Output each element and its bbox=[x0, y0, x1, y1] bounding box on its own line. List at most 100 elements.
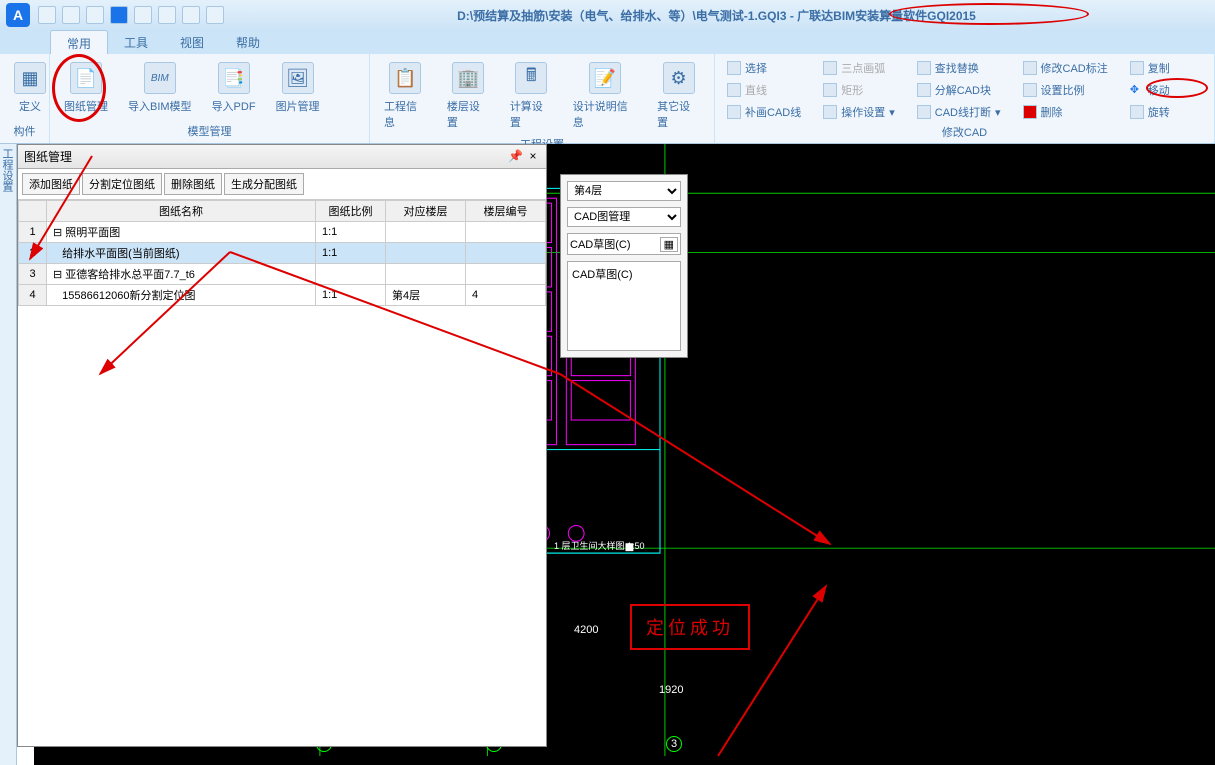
copy-icon bbox=[1130, 61, 1144, 75]
quick-access-toolbar bbox=[38, 6, 224, 24]
panel-pin-icon[interactable]: 📌 bbox=[508, 150, 522, 164]
copy-button[interactable]: 复制 bbox=[1126, 58, 1174, 78]
op-icon bbox=[823, 105, 837, 119]
ribbon: ▦定义 构件 📄图纸管理 BIM导入BIM模型 📑导入PDF 🖼图片管理 模型管… bbox=[0, 54, 1215, 144]
split-locate-button[interactable]: 分割定位图纸 bbox=[82, 173, 162, 195]
image-manage-button[interactable]: 🖼图片管理 bbox=[270, 58, 326, 118]
table-row[interactable]: 2 给排水平面图(当前图纸)1:1 bbox=[19, 243, 546, 264]
drawing-table[interactable]: 图纸名称 图纸比例 对应楼层 楼层编号 1⊟ 照明平面图1:1 2 给排水平面图… bbox=[18, 200, 546, 306]
app-icon: A bbox=[6, 3, 30, 27]
floor-select[interactable]: 第4层 bbox=[567, 181, 681, 201]
dim-4200: 4200 bbox=[574, 624, 598, 636]
bim-icon: BIM bbox=[144, 62, 176, 94]
qat-more-icon[interactable] bbox=[206, 6, 224, 24]
txt-room: 1 层卫生间大样图 1:50 bbox=[554, 539, 645, 552]
select-button[interactable]: 选择 bbox=[723, 58, 805, 78]
group-component-label: 构件 bbox=[8, 121, 41, 139]
import-bim-label: 导入BIM模型 bbox=[128, 98, 192, 114]
floor-cad-panel: 第4层 CAD图管理 CAD草图(C) ▦ CAD草图(C) bbox=[560, 174, 688, 358]
dim-1920: 1920 bbox=[659, 684, 683, 696]
move-button[interactable]: ✥移动 bbox=[1126, 80, 1174, 100]
cad-draft-btn-icon[interactable]: ▦ bbox=[660, 237, 678, 252]
rotate-icon bbox=[1130, 105, 1144, 119]
floor-setting-label: 楼层设置 bbox=[447, 98, 490, 130]
image-manage-label: 图片管理 bbox=[276, 98, 320, 114]
add-drawing-button[interactable]: 添加图纸 bbox=[22, 173, 80, 195]
tab-common[interactable]: 常用 bbox=[50, 30, 108, 54]
rotate-button[interactable]: 旋转 bbox=[1126, 102, 1174, 122]
group-modify-cad-label: 修改CAD bbox=[723, 122, 1206, 140]
title-text: D:\预结算及抽筋\安装（电气、给排水、等）\电气测试-1.GQI3 - 广联达… bbox=[224, 7, 1209, 24]
calc-icon: 🖩 bbox=[515, 62, 547, 94]
tab-help[interactable]: 帮助 bbox=[220, 30, 276, 54]
qat-redo-icon[interactable] bbox=[158, 6, 176, 24]
op-setting-button[interactable]: 操作设置▾ bbox=[819, 102, 899, 122]
title-path: D:\预结算及抽筋\安装（电气、给排水、等）\电气测试-1.GQI3 - bbox=[457, 9, 797, 23]
drawing-icon: 📄 bbox=[70, 62, 102, 94]
qat-save-icon[interactable] bbox=[86, 6, 104, 24]
col-floor[interactable]: 对应楼层 bbox=[386, 201, 466, 222]
col-ratio[interactable]: 图纸比例 bbox=[316, 201, 386, 222]
table-row[interactable]: 1⊟ 照明平面图1:1 bbox=[19, 222, 546, 243]
design-desc-label: 设计说明信息 bbox=[573, 98, 637, 130]
pdf-icon: 📑 bbox=[218, 62, 250, 94]
break-line-button[interactable]: CAD线打断▾ bbox=[913, 102, 1005, 122]
fill-cad-button[interactable]: 补画CAD线 bbox=[723, 102, 805, 122]
modify-dim-button[interactable]: 修改CAD标注 bbox=[1019, 58, 1112, 78]
drawing-manage-label: 图纸管理 bbox=[64, 98, 108, 114]
set-scale-button[interactable]: 设置比例 bbox=[1019, 80, 1112, 100]
sidebar-project[interactable]: 工程设置 bbox=[0, 148, 15, 755]
qat-a-icon[interactable] bbox=[110, 6, 128, 24]
drawing-management-panel: 图纸管理 📌 × 添加图纸 分割定位图纸 删除图纸 生成分配图纸 图纸名称 图纸… bbox=[17, 144, 547, 747]
delete-button[interactable]: 删除 bbox=[1019, 102, 1112, 122]
design-desc-button[interactable]: 📝设计说明信息 bbox=[567, 58, 643, 134]
line-button[interactable]: 直线 bbox=[723, 80, 805, 100]
delete-drawing-button[interactable]: 删除图纸 bbox=[164, 173, 222, 195]
panel-dm-toolbar: 添加图纸 分割定位图纸 删除图纸 生成分配图纸 bbox=[18, 169, 546, 200]
rect-button[interactable]: 矩形 bbox=[819, 80, 899, 100]
floor-setting-button[interactable]: 🏢楼层设置 bbox=[441, 58, 496, 134]
qat-open-icon[interactable] bbox=[62, 6, 80, 24]
explode-cad-button[interactable]: 分解CAD块 bbox=[913, 80, 1005, 100]
other-setting-button[interactable]: ⚙其它设置 bbox=[651, 58, 706, 134]
import-pdf-button[interactable]: 📑 导入PDF bbox=[206, 58, 262, 118]
arc-icon bbox=[823, 61, 837, 75]
tab-view[interactable]: 视图 bbox=[164, 30, 220, 54]
annotation-success-box: 定位成功 bbox=[630, 604, 750, 650]
break-icon bbox=[917, 105, 931, 119]
define-button[interactable]: ▦定义 bbox=[8, 58, 52, 118]
project-info-button[interactable]: 📋工程信息 bbox=[378, 58, 433, 134]
project-info-label: 工程信息 bbox=[384, 98, 427, 130]
qat-refresh-icon[interactable] bbox=[182, 6, 200, 24]
import-pdf-label: 导入PDF bbox=[212, 98, 256, 114]
qat-undo-icon[interactable] bbox=[134, 6, 152, 24]
dim-icon bbox=[1023, 61, 1037, 75]
left-sidebar: 工程设置 绘图输入 表格输入 集中套用做法 报表预览 bbox=[0, 144, 17, 765]
col-fno[interactable]: 楼层编号 bbox=[466, 201, 546, 222]
define-label: 定义 bbox=[19, 98, 41, 114]
col-name[interactable]: 图纸名称 bbox=[47, 201, 316, 222]
drawing-manage-button[interactable]: 📄 图纸管理 bbox=[58, 58, 114, 118]
tab-tools[interactable]: 工具 bbox=[108, 30, 164, 54]
table-row[interactable]: 4 15586612060新分割定位图1:1第4层4 bbox=[19, 285, 546, 306]
find-replace-button[interactable]: 查找替换 bbox=[913, 58, 1005, 78]
cad-draft-field[interactable]: CAD草图(C) bbox=[570, 236, 631, 252]
axis-3: 3 bbox=[666, 736, 682, 752]
table-row[interactable]: 3⊟ 亚德客给排水总平面7.7_t6 bbox=[19, 264, 546, 285]
panel-close-icon[interactable]: × bbox=[526, 150, 540, 164]
import-bim-button[interactable]: BIM 导入BIM模型 bbox=[122, 58, 198, 118]
titlebar: A D:\预结算及抽筋\安装（电气、给排水、等）\电气测试-1.GQI3 - 广… bbox=[0, 0, 1215, 30]
other-icon: ⚙ bbox=[663, 62, 695, 94]
qat-new-icon[interactable] bbox=[38, 6, 56, 24]
calc-setting-button[interactable]: 🖩 计算设置 bbox=[504, 58, 559, 134]
list-item[interactable]: CAD草图(C) bbox=[572, 266, 676, 282]
calc-setting-label: 计算设置 bbox=[510, 98, 553, 130]
cad-manage-select[interactable]: CAD图管理 bbox=[567, 207, 681, 227]
find-icon bbox=[917, 61, 931, 75]
arc-button[interactable]: 三点画弧 bbox=[819, 58, 899, 78]
panel-dm-title: 图纸管理 bbox=[24, 148, 72, 165]
delete-icon bbox=[1023, 105, 1037, 119]
move-icon: ✥ bbox=[1130, 83, 1144, 97]
cad-draft-listbox[interactable]: CAD草图(C) bbox=[567, 261, 681, 351]
gen-assign-button[interactable]: 生成分配图纸 bbox=[224, 173, 304, 195]
